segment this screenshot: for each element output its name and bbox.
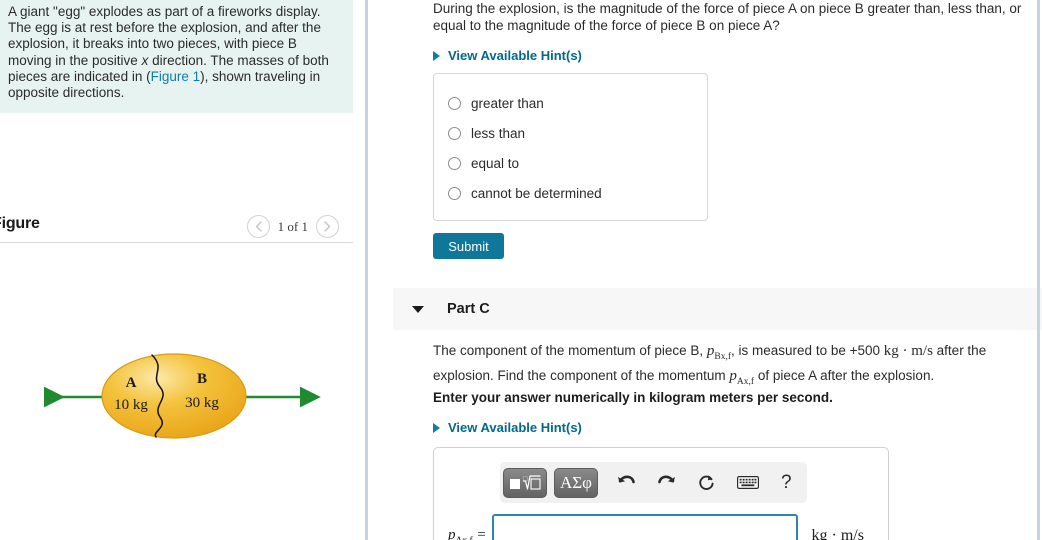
radio-icon[interactable] bbox=[448, 126, 461, 140]
choice-cannot-be-determined[interactable]: cannot be determined bbox=[448, 178, 707, 208]
figure-pager: 1 of 1 bbox=[246, 215, 339, 238]
momentum-a-symbol: pAx,f bbox=[729, 367, 755, 387]
choice-label: less than bbox=[471, 125, 526, 141]
figure-pager-label: 1 of 1 bbox=[277, 218, 308, 234]
radio-icon[interactable] bbox=[448, 156, 461, 170]
part-c-hint-label: View Available Hint(s) bbox=[448, 420, 582, 435]
momentum-b-symbol: pBx,f bbox=[706, 343, 732, 362]
part-c-hint-toggle[interactable]: View Available Hint(s) bbox=[433, 420, 582, 435]
figure-header: Figure 1 of 1 bbox=[0, 206, 353, 243]
caret-down-icon[interactable] bbox=[412, 305, 424, 313]
caret-right-icon bbox=[433, 422, 440, 433]
choice-less-than[interactable]: less than bbox=[448, 118, 707, 148]
reset-icon[interactable] bbox=[698, 474, 715, 492]
answer-variable-label: pAx,f = bbox=[448, 526, 487, 540]
page-root: A giant "egg" explodes as part of a fire… bbox=[0, 0, 1042, 540]
egg-diagram: A 10 kg B 30 kg bbox=[0, 333, 353, 453]
part-c-body-text: The component of the momentum of piece B… bbox=[433, 342, 1033, 391]
submit-button[interactable]: Submit bbox=[433, 233, 504, 259]
part-b-hint-label: View Available Hint(s) bbox=[448, 48, 582, 63]
svg-text:10 kg: 10 kg bbox=[114, 397, 148, 413]
choice-label: equal to bbox=[471, 155, 520, 171]
figure-1-link[interactable]: Figure 1 bbox=[151, 69, 201, 84]
chevron-right-icon[interactable] bbox=[316, 215, 339, 238]
radio-icon[interactable] bbox=[448, 186, 461, 200]
math-toolbar: □ ΑΣφ ? bbox=[500, 462, 807, 503]
part-c-title: Part C bbox=[447, 301, 490, 317]
part-b-question-text: During the explosion, is the magnitude o… bbox=[433, 1, 1022, 33]
svg-text:A: A bbox=[126, 375, 137, 391]
choice-label: cannot be determined bbox=[471, 185, 602, 201]
part-c-text-1: The component of the momentum of piece B… bbox=[433, 343, 707, 358]
part-c-header[interactable]: Part C bbox=[393, 288, 1042, 330]
problem-statement-text: A giant "egg" explodes as part of a fire… bbox=[8, 4, 341, 101]
left-panel: A giant "egg" explodes as part of a fire… bbox=[0, 0, 366, 540]
choice-label: greater than bbox=[471, 95, 544, 111]
svg-text:30 kg: 30 kg bbox=[185, 395, 219, 411]
right-edge-divider bbox=[1037, 0, 1040, 540]
chevron-left-icon[interactable] bbox=[246, 215, 270, 238]
figure-canvas: A 10 kg B 30 kg bbox=[0, 243, 353, 540]
answer-unit-label: kg · m/s bbox=[811, 527, 864, 540]
math-template-icon[interactable]: □ bbox=[503, 467, 547, 498]
figure-panel-title: Figure bbox=[0, 215, 40, 232]
part-c-answer-box: □ ΑΣφ ? p = kg · m/s bbox=[433, 447, 889, 540]
caret-right-icon bbox=[433, 50, 440, 61]
keyboard-icon[interactable] bbox=[737, 476, 759, 489]
panel-divider bbox=[365, 0, 368, 540]
inline-unit: kg · m/s bbox=[883, 343, 933, 359]
right-panel: During the explosion, is the magnitude o… bbox=[369, 0, 1042, 540]
svg-text:B: B bbox=[197, 371, 207, 387]
part-c-text-2: , is measured to be +500 bbox=[731, 343, 884, 358]
radio-icon[interactable] bbox=[448, 96, 461, 110]
answer-input-row: pAx,f = kg · m/s bbox=[448, 514, 864, 540]
help-icon[interactable]: ? bbox=[781, 472, 792, 494]
choice-greater-than[interactable]: greater than bbox=[448, 88, 707, 118]
problem-statement-box: A giant "egg" explodes as part of a fire… bbox=[0, 0, 353, 114]
part-b-choices: greater than less than equal to cannot b… bbox=[433, 73, 708, 221]
greek-symbols-button[interactable]: ΑΣφ bbox=[554, 467, 598, 498]
part-b-hint-toggle[interactable]: View Available Hint(s) bbox=[433, 48, 582, 63]
part-c-text-4: of piece A after the explosion. bbox=[754, 367, 935, 383]
part-c-instruction: Enter your answer numerically in kilogra… bbox=[433, 390, 833, 405]
choice-equal-to[interactable]: equal to bbox=[448, 148, 707, 178]
redo-icon[interactable] bbox=[657, 474, 676, 491]
answer-input[interactable] bbox=[491, 514, 798, 540]
undo-icon[interactable] bbox=[617, 474, 636, 491]
